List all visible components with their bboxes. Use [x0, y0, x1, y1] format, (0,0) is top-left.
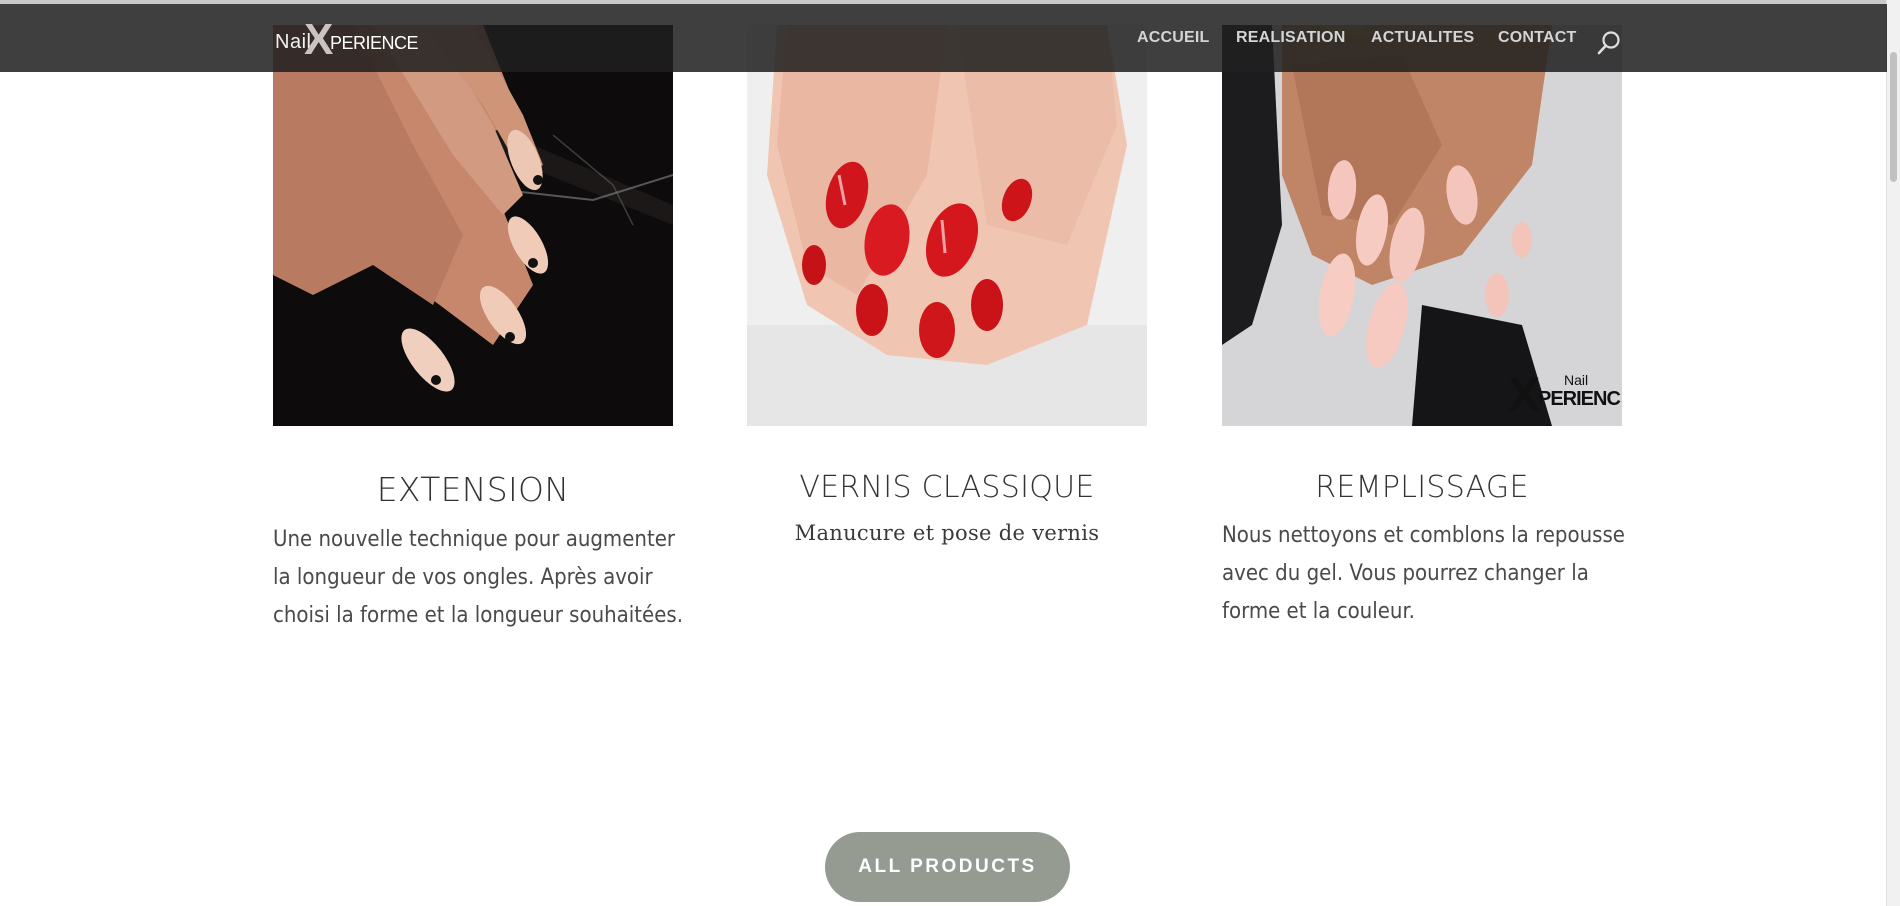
extension-photo [273, 25, 673, 426]
nav-item-accueil[interactable]: ACCUEIL [1137, 29, 1210, 47]
nav-item-realisation[interactable]: REALISATION [1236, 29, 1345, 47]
watermark-logo: X Nail PERIENC [1508, 369, 1621, 422]
vernis-photo [747, 25, 1147, 426]
product-desc-extension: Une nouvelle technique pour augmenter la… [273, 527, 684, 628]
product-title-remplissage: REMPLISSAGE [1315, 470, 1529, 505]
product-desc-vernis: Manucure et pose de vernis [794, 521, 1100, 545]
product-image-vernis[interactable] [747, 25, 1147, 426]
all-products-button[interactable]: ALL PRODUCTS [825, 832, 1070, 902]
site-logo[interactable]: Nail X PERIENCE [275, 18, 419, 62]
remplissage-photo [1222, 25, 1622, 426]
logo-x-mark: X [304, 15, 334, 64]
product-image-remplissage[interactable]: X Nail PERIENC [1222, 25, 1622, 426]
nav-item-contact[interactable]: CONTACT [1498, 29, 1576, 47]
product-desc-remplissage: Nous nettoyons et comblons la repousse a… [1222, 523, 1625, 624]
product-image-extension[interactable] [273, 25, 673, 426]
product-title-extension: EXTENSION [376, 470, 570, 509]
nav-item-actualites[interactable]: ACTUALITES [1371, 29, 1474, 47]
product-title-vernis: VERNIS CLASSIQUE [799, 470, 1095, 505]
search-icon[interactable] [1597, 30, 1621, 56]
site-header: Nail X PERIENCE ACCUEIL REALISATION ACTU… [0, 4, 1887, 72]
page-scrollbar[interactable] [1886, 0, 1900, 906]
scrollbar-thumb[interactable] [1890, 52, 1897, 182]
logo-perience-text: PERIENCE [330, 33, 419, 53]
